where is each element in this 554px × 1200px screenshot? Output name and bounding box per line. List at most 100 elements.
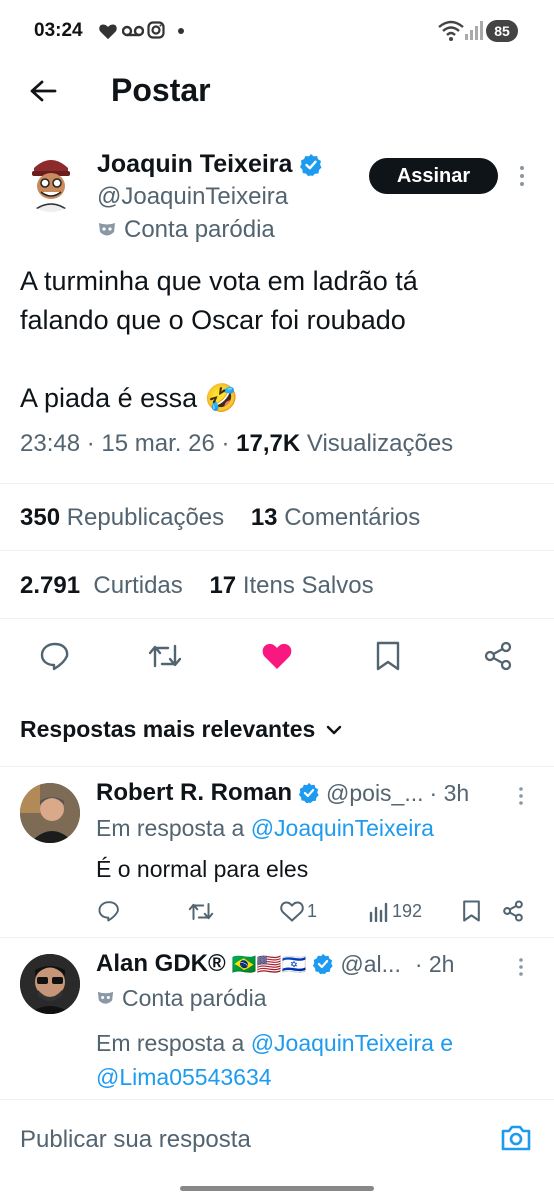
repost-button[interactable] <box>148 642 182 675</box>
views-count: 17,7K <box>236 430 301 457</box>
comment-icon <box>98 901 119 922</box>
reply-share-button[interactable] <box>502 900 524 927</box>
verified-badge-icon <box>298 782 319 804</box>
like-button[interactable] <box>261 642 293 675</box>
likes-label: Curtidas <box>93 572 183 599</box>
parody-label-text: Conta paródia <box>124 216 275 243</box>
reply-text: É o normal para eles <box>96 856 309 882</box>
author-avatar[interactable] <box>20 150 82 212</box>
verified-badge-icon <box>313 953 334 975</box>
reply-repost-button[interactable] <box>188 901 214 927</box>
analytics-icon <box>369 902 388 922</box>
reply-composer: Publicar sua resposta <box>0 1100 554 1200</box>
saved-count: 17 <box>209 572 237 599</box>
saved-label: Itens Salvos <box>242 572 374 599</box>
reply-item[interactable]: Robert R. Roman @pois_... · 3h Em respos… <box>0 767 554 937</box>
reply-header: Robert R. Roman @pois_... · 3h <box>96 779 469 807</box>
tweet-text-line: A turminha que vota em ladrão tá <box>20 266 418 296</box>
reply-views-button[interactable]: 192 <box>369 901 422 922</box>
likes-stat[interactable]: 2.791 Curtidas <box>20 572 183 599</box>
page-title: Postar <box>111 72 211 108</box>
in-reply-mention[interactable]: @JoaquinTeixeira <box>251 815 434 841</box>
likes-count: 2.791 <box>20 572 81 599</box>
reply-time: · 3h <box>429 779 470 806</box>
camera-button[interactable] <box>500 1124 532 1157</box>
bookmark-icon <box>463 900 480 922</box>
tweet-time: 23:48 <box>20 430 81 457</box>
reply-views-count: 192 <box>392 901 423 921</box>
reply-parody-text: Conta paródia <box>122 985 267 1011</box>
instagram-icon <box>147 21 165 44</box>
mask-icon <box>99 223 115 236</box>
reply-author-flags: 🇧🇷🇺🇸🇮🇱 <box>231 953 307 976</box>
reply-more-icon[interactable] <box>514 956 528 983</box>
in-reply-prefix: Em resposta a <box>96 1030 245 1056</box>
tweet-date: 15 mar. 26 <box>101 430 215 457</box>
bookmark-icon <box>376 641 400 671</box>
bookmark-button[interactable] <box>375 641 401 676</box>
reply-in-reply-to: Em resposta a @JoaquinTeixeira <box>96 815 434 842</box>
more-options-icon[interactable] <box>514 164 530 193</box>
reply-parody-label: Conta paródia <box>96 985 267 1012</box>
reply-time: · 2h <box>414 950 455 977</box>
comment-icon <box>40 642 69 671</box>
reply-bookmark-button[interactable] <box>462 900 481 927</box>
subscribe-button[interactable]: Assinar <box>369 158 498 194</box>
signal-icon <box>465 20 483 45</box>
reply-like-button[interactable]: 1 <box>280 901 317 922</box>
reply-button[interactable] <box>40 641 70 676</box>
reply-avatar[interactable] <box>20 783 80 843</box>
replies-sort-label: Respostas mais relevantes <box>20 716 316 742</box>
reposts-label: Republicações <box>66 504 225 531</box>
battery-indicator: 85 <box>486 20 518 42</box>
views-label[interactable]: Visualizações <box>307 430 453 457</box>
reply-author-name[interactable]: Alan GDK® <box>96 950 226 978</box>
arrow-left-icon <box>30 80 57 102</box>
repost-icon <box>148 644 182 668</box>
back-button[interactable] <box>28 76 58 106</box>
status-bar: 03:24 85 <box>0 0 554 62</box>
voicemail-icon <box>121 24 145 43</box>
saved-stat[interactable]: 17 Itens Salvos <box>209 572 373 599</box>
home-indicator <box>180 1186 374 1191</box>
reply-avatar[interactable] <box>20 954 80 1014</box>
reply-author-handle[interactable]: @al... <box>340 951 400 978</box>
share-button[interactable] <box>483 641 513 676</box>
reply-more-icon[interactable] <box>514 785 528 812</box>
parody-label: Conta paródia <box>97 216 275 244</box>
comments-stat[interactable]: 13 Comentários <box>251 504 420 531</box>
notification-dot-icon <box>178 28 184 34</box>
reposts-stat[interactable]: 350 Republicações <box>20 504 224 531</box>
comments-label: Comentários <box>284 504 421 531</box>
author-handle[interactable]: @JoaquinTeixeira <box>97 183 288 211</box>
status-time: 03:24 <box>34 20 83 41</box>
reply-comment-button[interactable] <box>98 900 120 927</box>
share-icon <box>503 900 523 922</box>
mask-icon <box>97 991 114 1004</box>
tweet-text: A turminha que vota em ladrão tá falando… <box>20 262 540 418</box>
reply-author-name[interactable]: Robert R. Roman <box>96 779 292 807</box>
author-name[interactable]: Joaquin Teixeira <box>97 150 323 179</box>
reply-item[interactable]: Alan GDK® 🇧🇷🇺🇸🇮🇱 @al... · 2h Conta paród… <box>0 938 554 1098</box>
reply-author-handle[interactable]: @pois_... <box>326 780 424 807</box>
in-reply-mention[interactable]: @JoaquinTeixeira e <box>251 1030 453 1056</box>
in-reply-prefix: Em resposta a <box>96 815 245 841</box>
verified-badge-icon <box>300 154 322 177</box>
tweet-meta: 23:48 · 15 mar. 26 · 17,7K Visualizações <box>20 430 454 457</box>
reply-in-reply-to: Em resposta a @JoaquinTeixeira e @Lima05… <box>96 1026 453 1094</box>
heart-status-icon <box>98 22 118 45</box>
reply-input[interactable]: Publicar sua resposta <box>20 1126 251 1154</box>
tweet-text-line: A piada é essa 🤣 <box>20 383 239 413</box>
reply-like-count: 1 <box>307 901 318 921</box>
repost-comment-stats: 350 Republicações 13 Comentários <box>20 504 420 532</box>
tweet-text-line: falando que o Oscar foi roubado <box>20 305 406 335</box>
wifi-icon <box>438 20 464 47</box>
share-icon <box>484 641 512 671</box>
chevron-down-icon <box>327 725 342 734</box>
repost-icon <box>188 903 214 920</box>
replies-sort-dropdown[interactable]: Respostas mais relevantes <box>20 716 343 743</box>
comments-count: 13 <box>250 504 278 531</box>
author-name-text: Joaquin Teixeira <box>97 150 293 178</box>
in-reply-mention[interactable]: @Lima05543634 <box>96 1064 272 1090</box>
heart-filled-icon <box>262 643 292 669</box>
